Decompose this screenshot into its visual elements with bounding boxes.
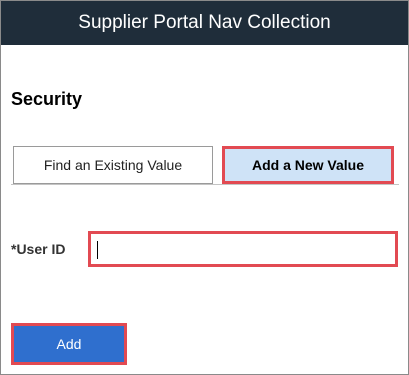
page-header-title: Supplier Portal Nav Collection [1, 1, 408, 45]
tab-strip-divider [11, 184, 399, 185]
user-id-input[interactable] [95, 240, 385, 258]
add-button[interactable]: Add [11, 323, 127, 365]
user-id-field[interactable] [88, 231, 398, 267]
user-id-label: *User ID [11, 241, 66, 257]
page-frame: Supplier Portal Nav Collection Security … [0, 0, 409, 375]
text-caret [97, 241, 98, 259]
tab-add-new-value-label: Add a New Value [251, 157, 365, 173]
tab-add-new-value[interactable]: Add a New Value [222, 146, 394, 184]
tab-find-existing-value[interactable]: Find an Existing Value [13, 146, 213, 184]
tab-find-existing-value-label: Find an Existing Value [43, 157, 183, 173]
page-title: Security [11, 89, 83, 109]
